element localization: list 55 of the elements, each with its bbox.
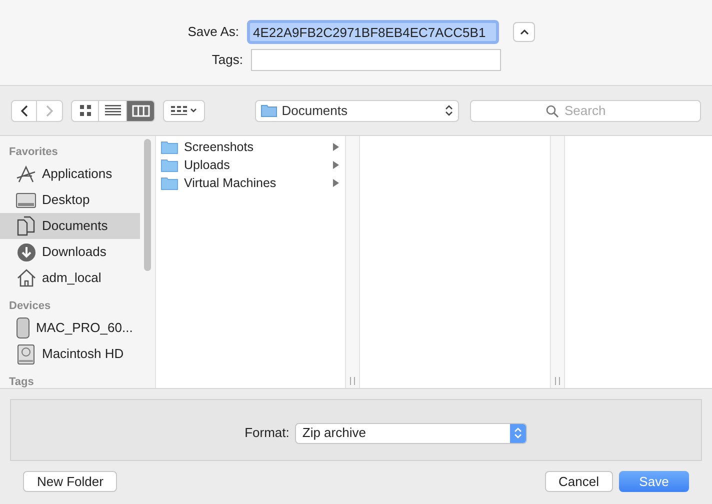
arrange-button[interactable] [163,100,205,122]
sidebar-section-heading: Devices [8,299,52,314]
cancel-button[interactable]: Cancel [544,471,613,492]
sidebar-item[interactable]: Desktop [0,187,140,213]
folder-icon [161,140,178,154]
sidebar-section-heading: Favorites [8,145,59,160]
up-down-arrows-icon [444,104,452,117]
chevron-up-icon [520,29,528,35]
sidebar-item[interactable]: Macintosh HD [0,341,140,367]
sidebar-item[interactable]: Downloads [0,239,140,265]
expand-button[interactable] [513,22,535,42]
folder-row[interactable]: Screenshots [156,138,345,156]
desktop-icon [16,192,36,208]
caret-icon [190,108,197,113]
list-icon [104,105,120,116]
view-mode-button[interactable] [99,100,127,122]
back-button[interactable] [11,100,37,122]
folder-icon [161,176,178,190]
home-icon [16,269,36,287]
resize-handle-icon[interactable] [350,377,355,385]
resize-handle-icon[interactable] [555,377,560,385]
folder-icon [161,158,178,172]
disclosure-triangle-icon [333,143,339,151]
folder-row[interactable]: Virtual Machines [156,174,345,192]
new-folder-button[interactable]: New Folder [23,471,118,492]
format-label: Format: [244,424,290,442]
location-popup[interactable]: Documents [254,100,458,122]
file-name-field[interactable]: 4E22A9FB2C2971BF8EB4EC7ACC5B1 [247,20,499,44]
disclosure-triangle-icon [333,179,339,187]
sidebar-item[interactable]: Documents [0,213,140,239]
folder-row[interactable]: Uploads [156,156,345,174]
search-icon [546,104,558,118]
grid-icon [80,105,90,116]
tags-field[interactable] [251,49,501,71]
documents-icon [17,216,35,236]
folder-icon [260,104,277,117]
drive-icon [16,317,30,339]
chevron-left-icon [20,104,28,116]
download-icon [16,242,36,262]
up-down-arrows-icon [510,424,526,442]
save-as-label: Save As: [187,23,239,42]
columns-icon [132,104,150,116]
chevron-right-icon [46,104,53,116]
sidebar-item[interactable]: adm_local [0,265,140,291]
grid-icon [170,106,187,116]
sidebar-section-heading: Tags [8,375,35,388]
search-field[interactable]: Search [470,100,701,122]
view-mode-button[interactable] [71,100,99,122]
sidebar-item[interactable]: Applications [0,161,140,187]
view-mode-button[interactable] [127,100,155,122]
sidebar-item[interactable]: MAC_PRO_60... [0,315,140,341]
disclosure-triangle-icon [333,161,339,169]
app-store-a-icon [16,165,36,183]
tags-label: Tags: [210,51,243,70]
format-popup[interactable]: Zip archive [295,422,528,444]
